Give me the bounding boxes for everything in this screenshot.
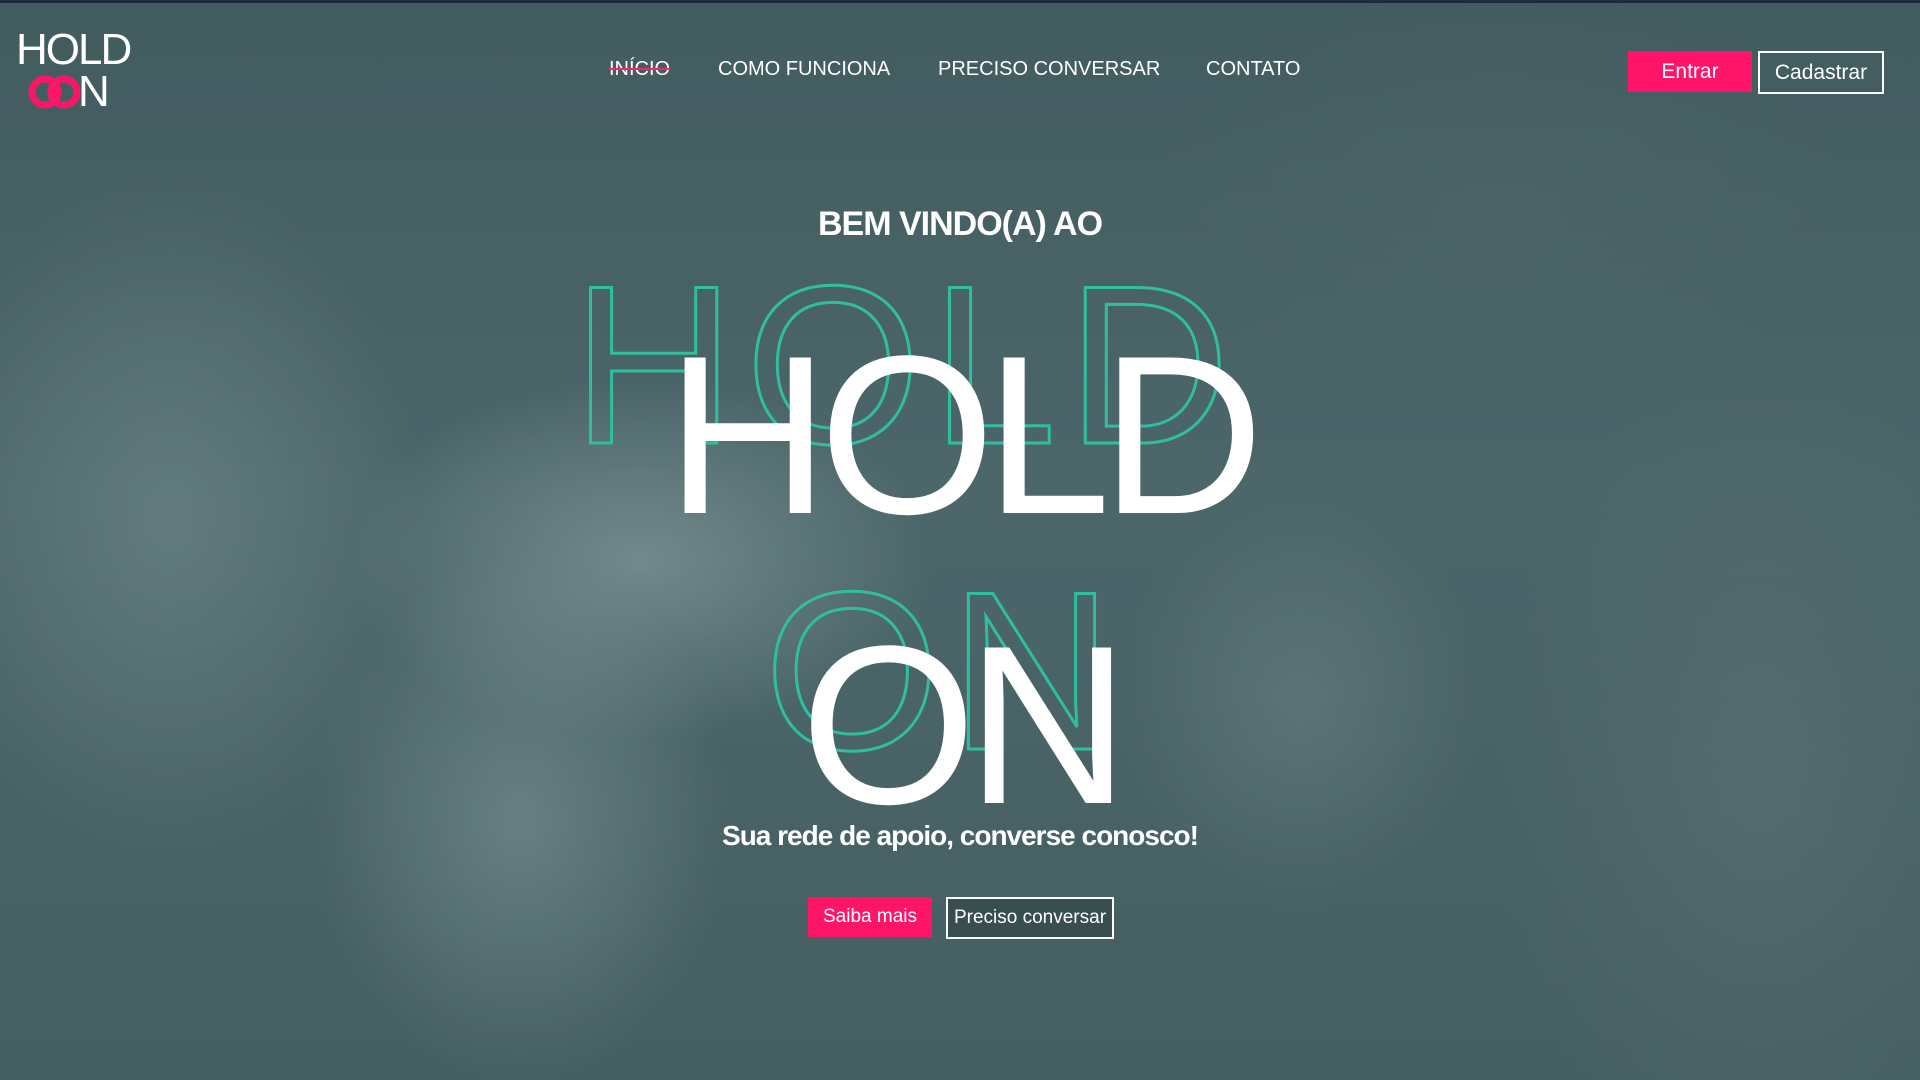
- learn-more-button[interactable]: Saiba mais: [808, 897, 932, 937]
- linked-rings-icon: [28, 72, 84, 117]
- nav-link-como-funciona[interactable]: COMO FUNCIONA: [718, 58, 890, 81]
- nav-link-inicio[interactable]: INÍCIO: [609, 58, 670, 81]
- signup-button[interactable]: Cadastrar: [1758, 51, 1884, 94]
- top-border: [0, 0, 1920, 3]
- need-to-talk-button[interactable]: Preciso conversar: [946, 897, 1114, 939]
- site-logo[interactable]: HOLD N: [16, 25, 136, 116]
- hero-tagline: Sua rede de apoio, converse conosco!: [722, 820, 1199, 851]
- hero-title-on: ON: [800, 598, 1130, 851]
- hero-title-hold: HOLD: [666, 308, 1264, 561]
- nav-link-preciso-conversar[interactable]: PRECISO CONVERSAR: [938, 58, 1160, 81]
- nav-link-contato[interactable]: CONTATO: [1206, 58, 1300, 81]
- logo-text-hold: HOLD: [16, 25, 132, 74]
- login-button[interactable]: Entrar: [1628, 51, 1752, 92]
- logo-text-n: N: [78, 67, 110, 116]
